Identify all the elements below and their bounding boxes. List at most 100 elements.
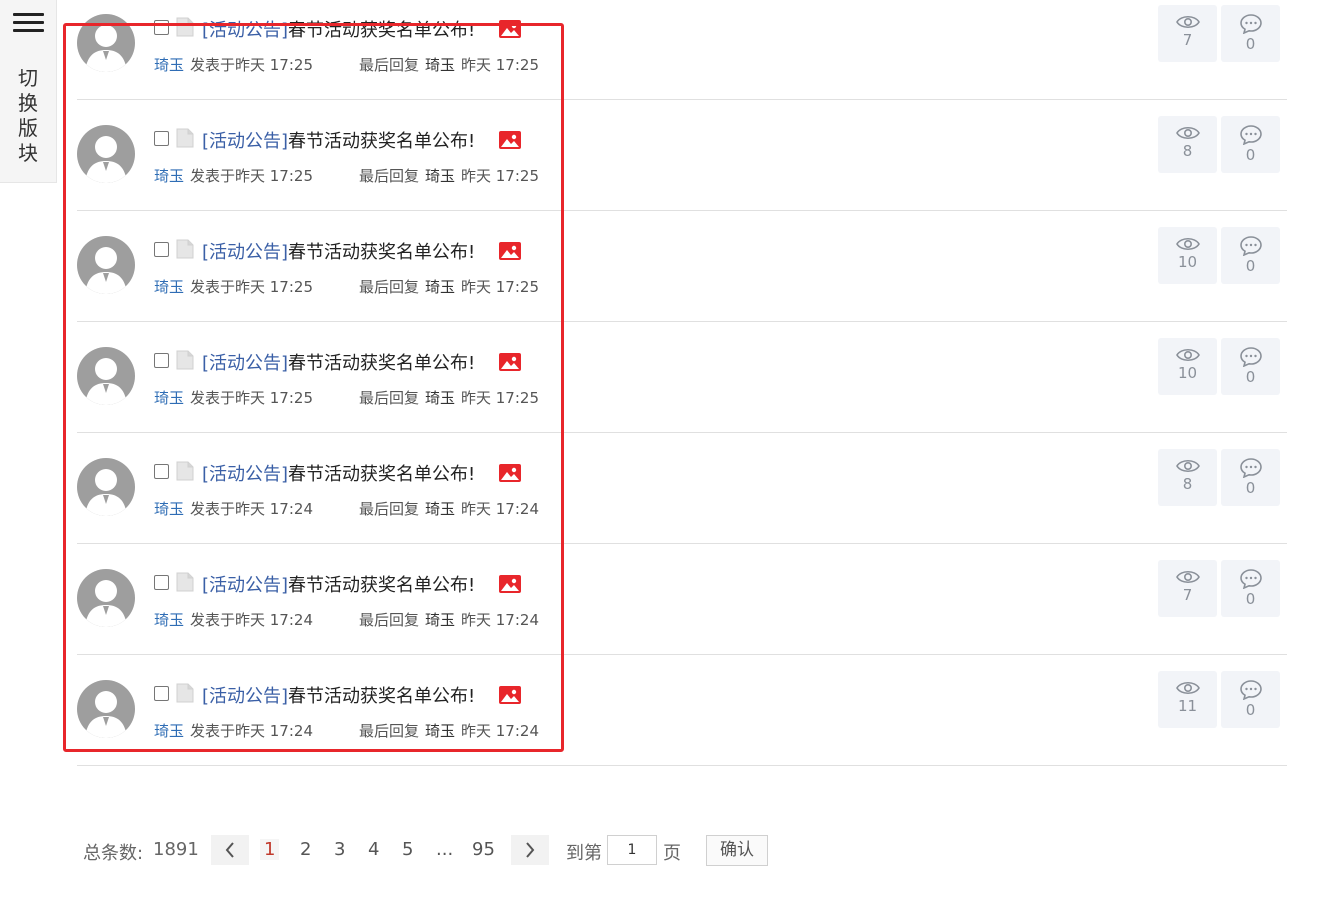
author-link[interactable]: 琦玉 xyxy=(154,387,184,408)
thread-tag-link[interactable]: [活动公告] xyxy=(202,682,288,708)
comment-count[interactable]: 0 xyxy=(1221,449,1280,506)
post-time: 发表于昨天 17:25 xyxy=(190,56,313,74)
thread-row[interactable]: [活动公告] 春节活动获奖名单公布! 琦玉 发表于昨天 17:24 最后回复 琦玉 昨天 1… xyxy=(77,433,1287,544)
author-link[interactable]: 琦玉 xyxy=(154,498,184,519)
last-reply-user[interactable]: 琦玉 xyxy=(425,387,455,408)
user-avatar-icon[interactable] xyxy=(77,347,135,405)
thread-row[interactable]: [活动公告] 春节活动获奖名单公布! 琦玉 发表于昨天 17:25 最后回复 琦玉 昨天 1… xyxy=(77,100,1287,211)
document-icon xyxy=(175,128,195,148)
user-avatar-icon[interactable] xyxy=(77,125,135,183)
view-count-value: 7 xyxy=(1182,31,1193,49)
author-link[interactable]: 琦玉 xyxy=(154,54,184,75)
page-2[interactable]: 2 xyxy=(300,839,311,860)
author-link[interactable]: 琦玉 xyxy=(154,609,184,630)
thread-tag-link[interactable]: [活动公告] xyxy=(202,127,288,153)
image-attachment-icon xyxy=(499,575,521,593)
document-icon xyxy=(175,461,195,481)
thread-title-link[interactable]: 春节活动获奖名单公布! xyxy=(288,238,475,264)
user-avatar-icon[interactable] xyxy=(77,458,135,516)
eye-icon xyxy=(1158,680,1217,696)
last-reply-user[interactable]: 琦玉 xyxy=(425,54,455,75)
page-5[interactable]: 5 xyxy=(402,839,413,860)
post-time: 发表于昨天 17:25 xyxy=(190,389,313,407)
user-avatar-icon[interactable] xyxy=(77,14,135,72)
last-reply-user[interactable]: 琦玉 xyxy=(425,498,455,519)
hamburger-icon[interactable] xyxy=(13,13,44,33)
view-count: 8 xyxy=(1158,449,1217,506)
comment-count[interactable]: 0 xyxy=(1221,560,1280,617)
post-time: 发表于昨天 17:25 xyxy=(190,167,313,185)
thread-title-link[interactable]: 春节活动获奖名单公布! xyxy=(288,127,475,153)
thread-tag-link[interactable]: [活动公告] xyxy=(202,238,288,264)
thread-title-link[interactable]: 春节活动获奖名单公布! xyxy=(288,682,475,708)
last-reply-user[interactable]: 琦玉 xyxy=(425,276,455,297)
thread-title-link[interactable]: 春节活动获奖名单公布! xyxy=(288,16,475,42)
page-1[interactable]: 1 xyxy=(260,839,280,860)
last-reply-user[interactable]: 琦玉 xyxy=(425,720,455,741)
view-count: 10 xyxy=(1158,338,1217,395)
comment-count[interactable]: 0 xyxy=(1221,227,1280,284)
last-reply-time: 昨天 17:24 xyxy=(461,500,539,518)
prev-page-button[interactable] xyxy=(211,835,249,865)
select-checkbox[interactable] xyxy=(154,686,169,701)
thread-tag-link[interactable]: [活动公告] xyxy=(202,349,288,375)
view-count: 10 xyxy=(1158,227,1217,284)
comment-count-value: 0 xyxy=(1245,35,1256,53)
thread-row[interactable]: [活动公告] 春节活动获奖名单公布! 琦玉 发表于昨天 17:24 最后回复 琦玉 昨天 1… xyxy=(77,544,1287,655)
comment-count[interactable]: 0 xyxy=(1221,5,1280,62)
next-page-button[interactable] xyxy=(511,835,549,865)
comment-icon xyxy=(1221,458,1280,478)
select-checkbox[interactable] xyxy=(154,353,169,368)
author-link[interactable]: 琦玉 xyxy=(154,276,184,297)
select-checkbox[interactable] xyxy=(154,464,169,479)
thread-title-link[interactable]: 春节活动获奖名单公布! xyxy=(288,460,475,486)
page-3[interactable]: 3 xyxy=(334,839,345,860)
thread-title-link[interactable]: 春节活动获奖名单公布! xyxy=(288,571,475,597)
thread-tag-link[interactable]: [活动公告] xyxy=(202,16,288,42)
comment-count-value: 0 xyxy=(1245,590,1256,608)
goto-page-input[interactable] xyxy=(607,835,657,865)
thread-row[interactable]: [活动公告] 春节活动获奖名单公布! 琦玉 发表于昨天 17:24 最后回复 琦玉 昨天 1… xyxy=(77,655,1287,766)
user-avatar-icon[interactable] xyxy=(77,236,135,294)
page-4[interactable]: 4 xyxy=(368,839,379,860)
last-reply-time: 昨天 17:24 xyxy=(461,611,539,629)
last-reply-user[interactable]: 琦玉 xyxy=(425,165,455,186)
select-checkbox[interactable] xyxy=(154,20,169,35)
comment-icon xyxy=(1221,680,1280,700)
document-icon xyxy=(175,572,195,592)
switch-section-tab[interactable]: 切 换 版 块 xyxy=(0,0,57,183)
thread-tag-link[interactable]: [活动公告] xyxy=(202,460,288,486)
select-checkbox[interactable] xyxy=(154,131,169,146)
thread-title-link[interactable]: 春节活动获奖名单公布! xyxy=(288,349,475,375)
comment-count[interactable]: 0 xyxy=(1221,116,1280,173)
comment-count[interactable]: 0 xyxy=(1221,671,1280,728)
thread-row[interactable]: [活动公告] 春节活动获奖名单公布! 琦玉 发表于昨天 17:25 最后回复 琦玉 昨天 1… xyxy=(77,211,1287,322)
comment-count-value: 0 xyxy=(1245,701,1256,719)
image-attachment-icon xyxy=(499,353,521,371)
chevron-left-icon xyxy=(225,842,234,858)
thread-row[interactable]: [活动公告] 春节活动获奖名单公布! 琦玉 发表于昨天 17:25 最后回复 琦玉 昨天 1… xyxy=(77,322,1287,433)
author-link[interactable]: 琦玉 xyxy=(154,165,184,186)
image-attachment-icon xyxy=(499,464,521,482)
thread-tag-link[interactable]: [活动公告] xyxy=(202,571,288,597)
select-checkbox[interactable] xyxy=(154,242,169,257)
user-avatar-icon[interactable] xyxy=(77,569,135,627)
page-95[interactable]: 95 xyxy=(472,839,495,860)
view-count: 7 xyxy=(1158,5,1217,62)
confirm-button[interactable]: 确认 xyxy=(706,835,768,866)
comment-icon xyxy=(1221,125,1280,145)
select-checkbox[interactable] xyxy=(154,575,169,590)
total-count-value: 1891 xyxy=(153,839,199,860)
view-count-value: 7 xyxy=(1182,586,1193,604)
thread-row[interactable]: [活动公告] 春节活动获奖名单公布! 琦玉 发表于昨天 17:25 最后回复 琦玉 昨天 1… xyxy=(77,0,1287,100)
eye-icon xyxy=(1158,14,1217,30)
view-count-value: 10 xyxy=(1177,364,1198,382)
comment-count[interactable]: 0 xyxy=(1221,338,1280,395)
user-avatar-icon[interactable] xyxy=(77,680,135,738)
view-count-value: 8 xyxy=(1182,475,1193,493)
goto-label: 到第 xyxy=(566,843,602,864)
author-link[interactable]: 琦玉 xyxy=(154,720,184,741)
last-reply-label: 最后回复 xyxy=(359,389,420,407)
document-icon xyxy=(175,683,195,703)
last-reply-user[interactable]: 琦玉 xyxy=(425,609,455,630)
